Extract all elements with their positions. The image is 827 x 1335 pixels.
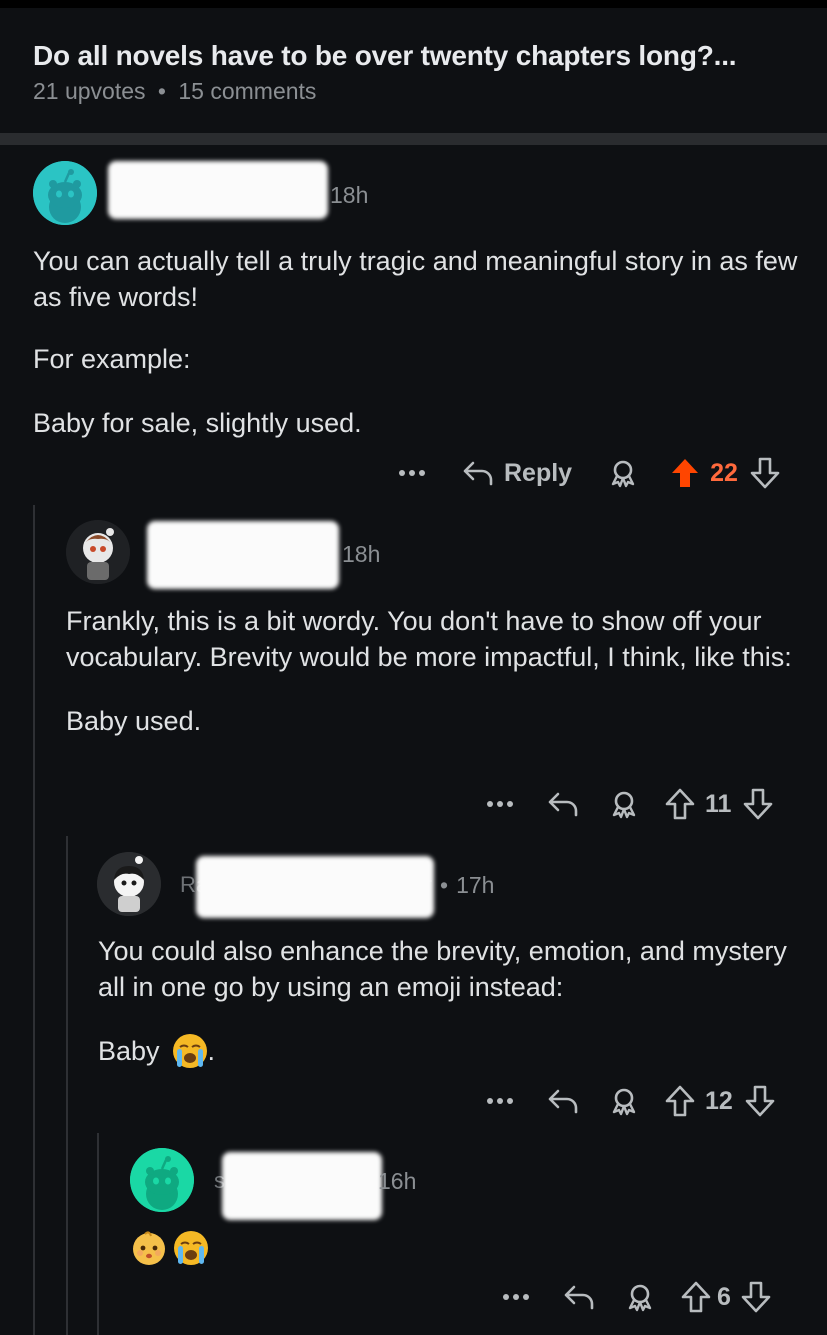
upvote-button[interactable] <box>665 1085 695 1117</box>
score: 6 <box>717 1282 731 1311</box>
upvote-button[interactable] <box>670 457 700 489</box>
comment-actions: 6 <box>502 1277 798 1317</box>
comment-actions: 12 <box>486 1081 798 1121</box>
downvote-button[interactable] <box>750 457 780 489</box>
baby-text: Baby <box>98 1036 160 1066</box>
comment-time: 16h <box>378 1168 417 1194</box>
comment-time: • 17h <box>440 872 494 899</box>
downvote-icon <box>744 788 773 820</box>
more-icon <box>487 801 513 807</box>
comment-time: 18h <box>330 182 369 208</box>
more-button[interactable] <box>486 800 514 808</box>
avatar[interactable] <box>33 161 97 225</box>
comment-paragraph: You could also enhance the brevity, emot… <box>98 936 787 1002</box>
emoji-reply <box>131 1230 209 1266</box>
award-icon <box>612 791 636 819</box>
more-button[interactable] <box>486 1097 514 1105</box>
comment-paragraph: Baby . <box>98 1033 798 1069</box>
reply-button[interactable] <box>547 791 579 817</box>
upvote-icon <box>665 788 695 820</box>
comment-actions: 11 <box>486 784 798 824</box>
avatar[interactable] <box>97 852 161 916</box>
thread-line <box>97 1133 99 1335</box>
upvote-button[interactable] <box>681 1281 711 1313</box>
upvote-button[interactable] <box>665 788 695 820</box>
comment-paragraph: Frankly, this is a bit wordy. You don't … <box>66 606 792 672</box>
comment-body: You could also enhance the brevity, emot… <box>98 933 798 1069</box>
upvote-icon <box>665 1085 695 1117</box>
divider <box>0 133 827 145</box>
comment-paragraph: Baby used. <box>66 706 202 736</box>
thread-line <box>66 836 68 1335</box>
reply-icon <box>548 1089 578 1114</box>
meta-separator: • <box>157 78 166 104</box>
award-icon <box>628 1284 652 1312</box>
comment-paragraph: You can actually tell a truly tragic and… <box>33 246 798 312</box>
baby-face-emoji <box>131 1230 167 1266</box>
reply-icon <box>463 461 493 486</box>
reply-label: Reply <box>504 458 573 487</box>
avatar[interactable] <box>66 520 130 584</box>
time-value: 17h <box>456 872 495 898</box>
avatar-icon <box>97 852 161 916</box>
award-button[interactable] <box>608 458 638 488</box>
meta-separator: • <box>440 872 449 898</box>
downvote-icon <box>750 457 780 489</box>
downvote-button[interactable] <box>743 788 773 820</box>
award-button[interactable] <box>609 789 639 819</box>
downvote-button[interactable] <box>745 1085 775 1117</box>
downvote-icon <box>745 1085 775 1117</box>
award-icon <box>612 1088 636 1116</box>
score: 12 <box>705 1086 733 1115</box>
reply-icon <box>548 792 578 817</box>
more-icon <box>487 1098 513 1104</box>
redacted-username <box>222 1152 382 1220</box>
reply-button[interactable] <box>547 1088 579 1114</box>
score: 22 <box>710 458 738 487</box>
avatar[interactable] <box>130 1148 194 1212</box>
thread-line <box>33 505 35 1335</box>
reply-icon <box>564 1285 594 1310</box>
downvote-icon <box>741 1281 771 1313</box>
comment-count: 15 comments <box>178 78 317 104</box>
period: . <box>207 1036 216 1066</box>
comment-actions: Reply 22 <box>398 453 798 493</box>
reply-button[interactable] <box>563 1284 595 1310</box>
more-icon <box>399 470 425 476</box>
comment-time: 18h <box>342 541 381 567</box>
redacted-username <box>196 856 434 918</box>
snoo-icon <box>130 1148 194 1212</box>
upvote-icon <box>681 1281 711 1313</box>
more-icon <box>503 1294 529 1300</box>
redacted-username <box>108 161 328 219</box>
status-bar-edge <box>0 0 827 8</box>
post-title[interactable]: Do all novels have to be over twenty cha… <box>33 40 737 72</box>
reply-button[interactable]: Reply <box>462 459 572 488</box>
post-meta: 21 upvotes • 15 comments <box>33 78 316 105</box>
award-button[interactable] <box>609 1086 639 1116</box>
more-button[interactable] <box>502 1293 530 1301</box>
crying-face-emoji <box>173 1230 209 1266</box>
crying-face-emoji <box>172 1033 208 1069</box>
award-button[interactable] <box>625 1282 655 1312</box>
upvote-icon <box>672 459 699 487</box>
comment-paragraph: For example: <box>33 344 191 374</box>
award-icon <box>611 460 635 488</box>
comment-paragraph: Baby for sale, slightly used. <box>33 408 362 438</box>
downvote-button[interactable] <box>741 1281 771 1313</box>
avatar-icon <box>66 520 130 584</box>
comment-body: Frankly, this is a bit wordy. You don't … <box>66 603 806 739</box>
more-button[interactable] <box>398 469 432 477</box>
post-header[interactable]: Do all novels have to be over twenty cha… <box>0 8 827 133</box>
upvote-count: 21 upvotes <box>33 78 146 104</box>
comment-body: You can actually tell a truly tragic and… <box>33 243 798 441</box>
snoo-icon <box>33 161 97 225</box>
redacted-username <box>147 521 339 589</box>
score: 11 <box>705 789 732 818</box>
